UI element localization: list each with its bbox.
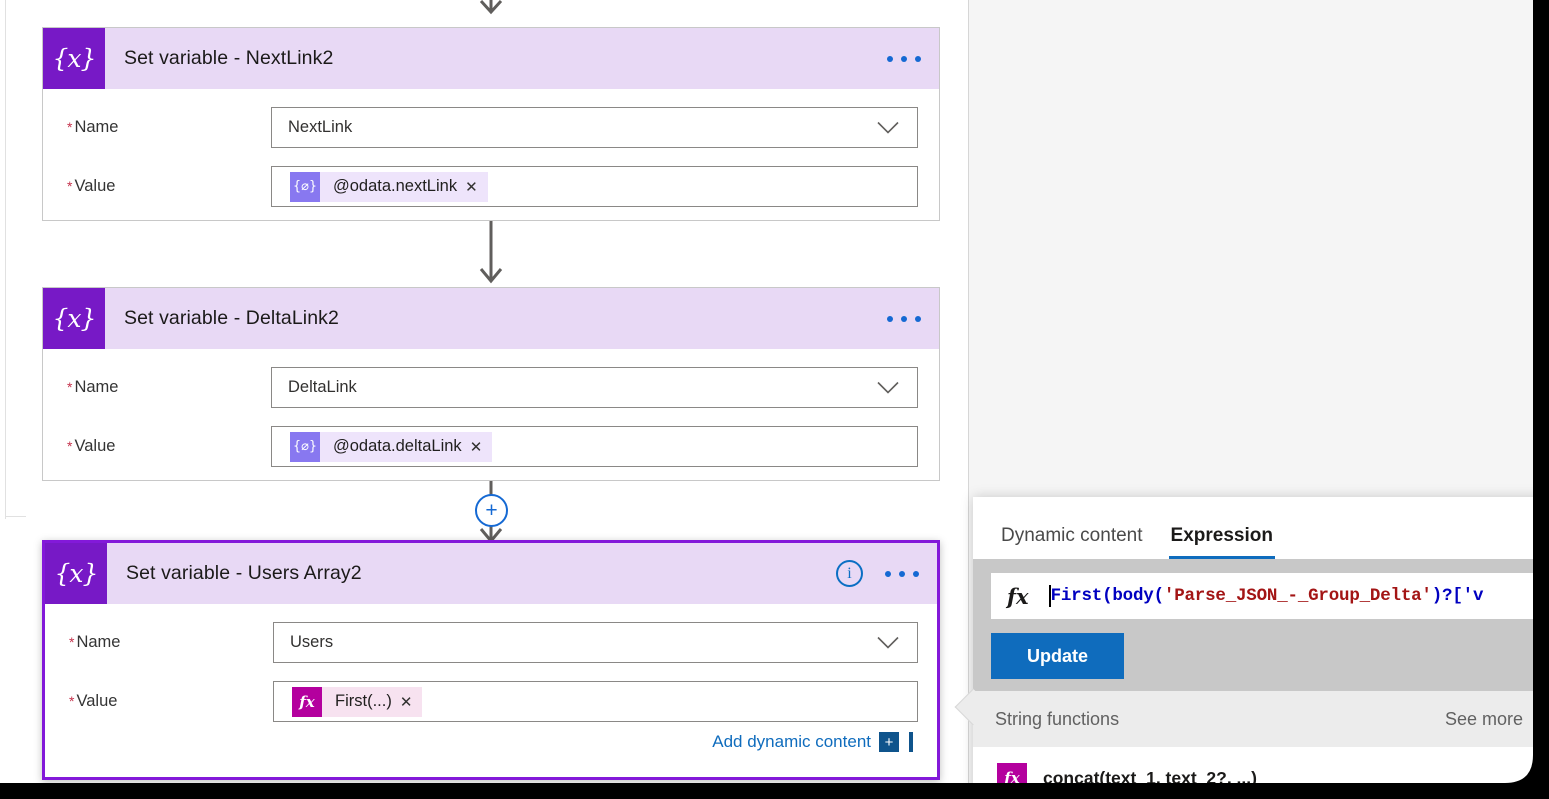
info-icon[interactable]: i bbox=[836, 560, 863, 587]
close-icon[interactable]: ✕ bbox=[398, 693, 423, 711]
variable-icon: {x} bbox=[43, 28, 105, 89]
required-asterisk: * bbox=[67, 379, 73, 395]
expr-part-string: 'Parse_JSON_-_Group_Delta' bbox=[1163, 586, 1432, 606]
chevron-down-icon[interactable] bbox=[877, 636, 899, 649]
connector-arrow-1-2 bbox=[479, 221, 503, 284]
value-field-label: * Value bbox=[69, 692, 118, 710]
tab-dynamic-content[interactable]: Dynamic content bbox=[987, 525, 1157, 559]
expression-input[interactable]: fx First(body('Parse_JSON_-_Group_Delta'… bbox=[991, 573, 1549, 619]
name-dropdown[interactable]: Users bbox=[273, 622, 918, 663]
token-label: @odata.deltaLink bbox=[333, 437, 462, 455]
field-row-name: * Name Users bbox=[45, 622, 937, 663]
fx-icon: fx bbox=[1007, 583, 1029, 609]
expression-token[interactable]: fx First(...) ✕ bbox=[292, 686, 423, 717]
fx-icon: fx bbox=[292, 686, 322, 717]
name-value: DeltaLink bbox=[288, 378, 357, 396]
tab-expression[interactable]: Expression bbox=[1157, 525, 1287, 559]
more-options-icon[interactable] bbox=[885, 570, 919, 577]
value-input[interactable]: {⌀} @odata.deltaLink ✕ bbox=[271, 426, 918, 467]
value-input[interactable]: {⌀} @odata.nextLink ✕ bbox=[271, 166, 918, 207]
add-dynamic-content-link[interactable]: Add dynamic content bbox=[712, 732, 871, 752]
card-header-actions bbox=[887, 288, 921, 349]
card-header-actions: i bbox=[836, 543, 919, 604]
name-value: Users bbox=[290, 633, 334, 651]
variable-icon: {x} bbox=[43, 288, 105, 349]
dynamic-content-flyout: Dynamic content Expression fx First(body… bbox=[954, 497, 1549, 799]
card-title: Set variable - DeltaLink2 bbox=[124, 307, 339, 329]
action-card-set-variable-users-array2[interactable]: {x} Set variable - Users Array2 i * Name … bbox=[42, 540, 940, 780]
function-label: concat(text_1, text_2?, ...) bbox=[1043, 767, 1257, 788]
value-field-label: * Value bbox=[67, 177, 116, 195]
token-label: First(...) bbox=[335, 692, 392, 710]
card-body: * Name DeltaLink * Value {⌀} @odata.deltaL… bbox=[43, 367, 939, 493]
card-body: * Name NextLink * Value {⌀} @odata.nextLin… bbox=[43, 107, 939, 233]
add-dynamic-content-row: Add dynamic content + bbox=[45, 732, 937, 752]
name-dropdown[interactable]: NextLink bbox=[271, 107, 918, 148]
token-label: @odata.nextLink bbox=[333, 177, 458, 195]
more-options-icon[interactable] bbox=[887, 55, 921, 62]
update-button[interactable]: Update bbox=[991, 633, 1124, 679]
card-body: * Name Users * Value fx First(...) ✕ Add… bbox=[45, 622, 937, 762]
list-item[interactable]: fx concat(text_1, text_2?, ...) bbox=[973, 761, 1549, 795]
expr-part-code2: )?['v bbox=[1431, 586, 1484, 606]
required-asterisk: * bbox=[67, 119, 73, 135]
functions-list: fx concat(text_1, text_2?, ...) bbox=[973, 747, 1549, 795]
close-icon[interactable]: ✕ bbox=[463, 178, 488, 196]
action-card-set-variable-deltalink2[interactable]: {x} Set variable - DeltaLink2 * Name Delt… bbox=[42, 287, 940, 481]
canvas-left-rail bbox=[5, 0, 6, 519]
card-header-actions bbox=[887, 28, 921, 89]
dynamic-content-caret bbox=[909, 732, 913, 752]
card-header[interactable]: {x} Set variable - NextLink2 bbox=[43, 28, 939, 89]
required-asterisk: * bbox=[67, 438, 73, 454]
field-row-value: * Value fx First(...) ✕ bbox=[45, 681, 937, 722]
name-field-label: * Name bbox=[67, 118, 119, 136]
value-input[interactable]: fx First(...) ✕ bbox=[273, 681, 918, 722]
value-field-label: * Value bbox=[67, 437, 116, 455]
flyout-tabs: Dynamic content Expression bbox=[973, 497, 1549, 559]
card-header[interactable]: {x} Set variable - DeltaLink2 bbox=[43, 288, 939, 349]
plus-icon[interactable]: + bbox=[879, 732, 899, 752]
connector-arrow-top bbox=[479, 0, 503, 15]
functions-group-title: String functions bbox=[995, 708, 1120, 729]
required-asterisk: * bbox=[69, 634, 75, 650]
flow-designer-canvas: {x} Set variable - NextLink2 * Name NextL… bbox=[0, 0, 968, 799]
functions-section-header: String functions See more bbox=[973, 691, 1549, 747]
card-title: Set variable - Users Array2 bbox=[126, 562, 362, 584]
close-icon[interactable]: ✕ bbox=[468, 438, 493, 456]
field-row-name: * Name DeltaLink bbox=[43, 367, 939, 408]
name-value: NextLink bbox=[288, 118, 353, 136]
dynamic-token-icon: {⌀} bbox=[290, 171, 320, 202]
card-title: Set variable - NextLink2 bbox=[124, 47, 334, 69]
card-header[interactable]: {x} Set variable - Users Array2 i bbox=[45, 543, 937, 604]
field-row-name: * Name NextLink bbox=[43, 107, 939, 148]
chevron-down-icon[interactable] bbox=[877, 381, 899, 394]
required-asterisk: * bbox=[69, 693, 75, 709]
expression-editor-area: fx First(body('Parse_JSON_-_Group_Delta'… bbox=[973, 559, 1549, 691]
power-automate-designer: {x} Set variable - NextLink2 * Name NextL… bbox=[0, 0, 1549, 799]
canvas-left-rail-foot bbox=[6, 516, 26, 517]
expression-text: First(body('Parse_JSON_-_Group_Delta')?[… bbox=[1051, 586, 1484, 606]
fx-icon: fx bbox=[997, 763, 1027, 793]
pane-divider bbox=[968, 0, 969, 799]
dynamic-token-icon: {⌀} bbox=[290, 431, 320, 462]
chevron-down-icon[interactable] bbox=[877, 121, 899, 134]
field-row-value: * Value {⌀} @odata.deltaLink ✕ bbox=[43, 426, 939, 467]
variable-icon: {x} bbox=[45, 543, 107, 604]
name-field-label: * Name bbox=[69, 633, 121, 651]
insert-new-step-button[interactable]: + bbox=[475, 494, 508, 527]
field-row-value: * Value {⌀} @odata.nextLink ✕ bbox=[43, 166, 939, 207]
required-asterisk: * bbox=[67, 178, 73, 194]
name-dropdown[interactable]: DeltaLink bbox=[271, 367, 918, 408]
action-card-set-variable-nextlink2[interactable]: {x} Set variable - NextLink2 * Name NextL… bbox=[42, 27, 940, 221]
see-more-link[interactable]: See more bbox=[1445, 709, 1523, 730]
dynamic-content-token[interactable]: {⌀} @odata.nextLink ✕ bbox=[290, 171, 488, 202]
name-field-label: * Name bbox=[67, 378, 119, 396]
dynamic-content-token[interactable]: {⌀} @odata.deltaLink ✕ bbox=[290, 431, 493, 462]
expr-part-code: First(body( bbox=[1050, 586, 1165, 606]
more-options-icon[interactable] bbox=[887, 315, 921, 322]
